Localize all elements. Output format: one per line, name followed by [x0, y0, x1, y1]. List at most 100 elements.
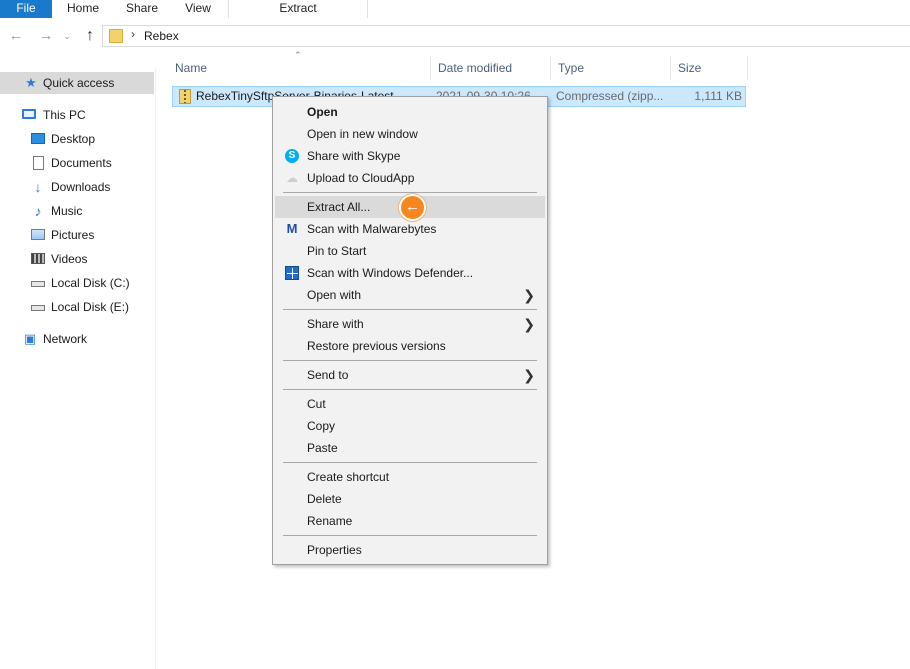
chevron-down-icon[interactable]: ⌄ — [60, 26, 74, 46]
menu-item-label: Rename — [307, 514, 353, 528]
menu-item-properties[interactable]: Properties — [275, 539, 545, 561]
menu-item-pin-start[interactable]: Pin to Start — [275, 240, 545, 262]
sidebar-item-label: Network — [43, 332, 88, 346]
tab-file[interactable]: File — [0, 0, 52, 18]
menu-item-share-with[interactable]: Share with ❯ — [275, 313, 545, 335]
menu-separator — [283, 192, 537, 193]
tab-share[interactable]: Share — [114, 0, 170, 18]
zip-folder-icon — [179, 89, 191, 104]
navigation-bar: ← → ⌄ ↑ › Rebex — [0, 18, 910, 54]
chevron-right-icon[interactable]: › — [131, 27, 135, 41]
malwarebytes-icon: M — [286, 221, 298, 236]
sidebar-item-label: Documents — [51, 156, 112, 170]
sidebar-item-this-pc[interactable]: This PC — [0, 104, 154, 126]
forward-arrow-icon[interactable]: → — [36, 26, 56, 46]
sidebar-item-label: Local Disk (E:) — [51, 300, 130, 314]
menu-item-label: Scan with Malwarebytes — [307, 222, 437, 236]
menu-item-label: Share with Skype — [307, 149, 401, 163]
menu-item-label: Scan with Windows Defender... — [307, 266, 474, 280]
menu-item-open[interactable]: Open — [275, 101, 545, 123]
menu-item-label: Upload to CloudApp — [307, 171, 415, 185]
file-size: 1,111 KB — [694, 89, 742, 103]
menu-item-cut[interactable]: Cut — [275, 393, 545, 415]
menu-item-label: Restore previous versions — [307, 339, 446, 353]
desktop-icon — [31, 133, 45, 144]
computer-icon — [22, 109, 36, 119]
menu-item-upload-cloudapp[interactable]: ☁ Upload to CloudApp — [275, 167, 545, 189]
menu-item-label: Open in new window — [307, 127, 418, 141]
menu-item-open-with[interactable]: Open with ❯ — [275, 284, 545, 306]
context-menu: Open Open in new window S Share with Sky… — [272, 96, 548, 565]
ribbon: File Home Share View Extract — [0, 0, 910, 18]
sidebar-item-local-disk-c[interactable]: Local Disk (C:) — [0, 272, 154, 294]
chevron-right-icon: ❯ — [523, 287, 535, 303]
chevron-right-icon: ❯ — [523, 367, 535, 383]
menu-item-delete[interactable]: Delete — [275, 488, 545, 510]
network-icon: ▣ — [23, 331, 37, 346]
breadcrumb[interactable]: Rebex — [144, 29, 179, 43]
menu-item-scan-defender[interactable]: Scan with Windows Defender... — [275, 262, 545, 284]
sidebar-item-label: Desktop — [51, 132, 96, 146]
menu-item-share-skype[interactable]: S Share with Skype — [275, 145, 545, 167]
column-header-name[interactable]: Name — [168, 56, 430, 80]
menu-separator — [283, 389, 537, 390]
menu-item-label: Copy — [307, 419, 336, 433]
menu-item-scan-malwarebytes[interactable]: M Scan with Malwarebytes — [275, 218, 545, 240]
sidebar-item-label: Quick access — [43, 76, 115, 90]
menu-item-rename[interactable]: Rename — [275, 510, 545, 532]
tab-extract[interactable]: Extract — [228, 0, 368, 18]
menu-separator — [283, 360, 537, 361]
address-bar[interactable]: › Rebex — [102, 25, 910, 47]
menu-separator — [283, 309, 537, 310]
menu-item-label: Extract All... — [307, 200, 371, 214]
documents-icon — [33, 156, 44, 170]
menu-item-label: Open — [307, 105, 338, 119]
menu-item-paste[interactable]: Paste — [275, 437, 545, 459]
sidebar-item-videos[interactable]: Videos — [0, 248, 154, 270]
menu-item-create-shortcut[interactable]: Create shortcut — [275, 466, 545, 488]
menu-item-label: Properties — [307, 543, 362, 557]
arrow-left-pointer-icon: ← — [399, 194, 426, 221]
windows-defender-icon — [285, 266, 299, 280]
tab-view[interactable]: View — [170, 0, 226, 18]
menu-item-restore-versions[interactable]: Restore previous versions — [275, 335, 545, 357]
sidebar-item-label: This PC — [43, 108, 86, 122]
sidebar-item-pictures[interactable]: Pictures — [0, 224, 154, 246]
sidebar-item-label: Pictures — [51, 228, 95, 242]
tab-home[interactable]: Home — [52, 0, 114, 18]
downloads-icon: ↓ — [34, 179, 42, 195]
sidebar-item-local-disk-e[interactable]: Local Disk (E:) — [0, 296, 154, 318]
menu-item-send-to[interactable]: Send to ❯ — [275, 364, 545, 386]
column-headers: Name Date modified Type Size — [168, 56, 750, 80]
menu-item-label: Open with — [307, 288, 362, 302]
sidebar-item-label: Local Disk (C:) — [51, 276, 130, 290]
skype-icon: S — [285, 149, 299, 163]
sidebar-item-downloads[interactable]: ↓ Downloads — [0, 176, 154, 198]
file-type: Compressed (zipp... — [556, 89, 664, 103]
menu-item-label: Create shortcut — [307, 470, 390, 484]
menu-item-label: Paste — [307, 441, 338, 455]
back-arrow-icon[interactable]: ← — [6, 26, 26, 46]
up-arrow-icon[interactable]: ↑ — [80, 26, 100, 46]
sidebar-item-desktop[interactable]: Desktop — [0, 128, 154, 150]
menu-item-copy[interactable]: Copy — [275, 415, 545, 437]
sidebar-item-label: Music — [51, 204, 83, 218]
sidebar-item-quick-access[interactable]: ★ Quick access — [0, 72, 154, 94]
folder-icon — [109, 29, 123, 43]
column-header-type[interactable]: Type — [550, 56, 670, 80]
sidebar-item-network[interactable]: ▣ Network — [0, 328, 154, 350]
menu-item-label: Send to — [307, 368, 349, 382]
column-header-size[interactable]: Size — [670, 56, 748, 80]
pictures-icon — [31, 229, 45, 240]
disk-icon — [31, 281, 45, 287]
menu-item-open-new-window[interactable]: Open in new window — [275, 123, 545, 145]
disk-icon — [31, 305, 45, 311]
cloud-icon: ☁ — [286, 171, 298, 185]
navigation-pane: ★ Quick access This PC Desktop Documents… — [0, 68, 156, 669]
menu-separator — [283, 462, 537, 463]
sidebar-item-music[interactable]: ♪ Music — [0, 200, 154, 222]
sidebar-item-label: Videos — [51, 252, 88, 266]
menu-item-label: Cut — [307, 397, 326, 411]
column-header-date[interactable]: Date modified — [430, 56, 550, 80]
sidebar-item-documents[interactable]: Documents — [0, 152, 154, 174]
